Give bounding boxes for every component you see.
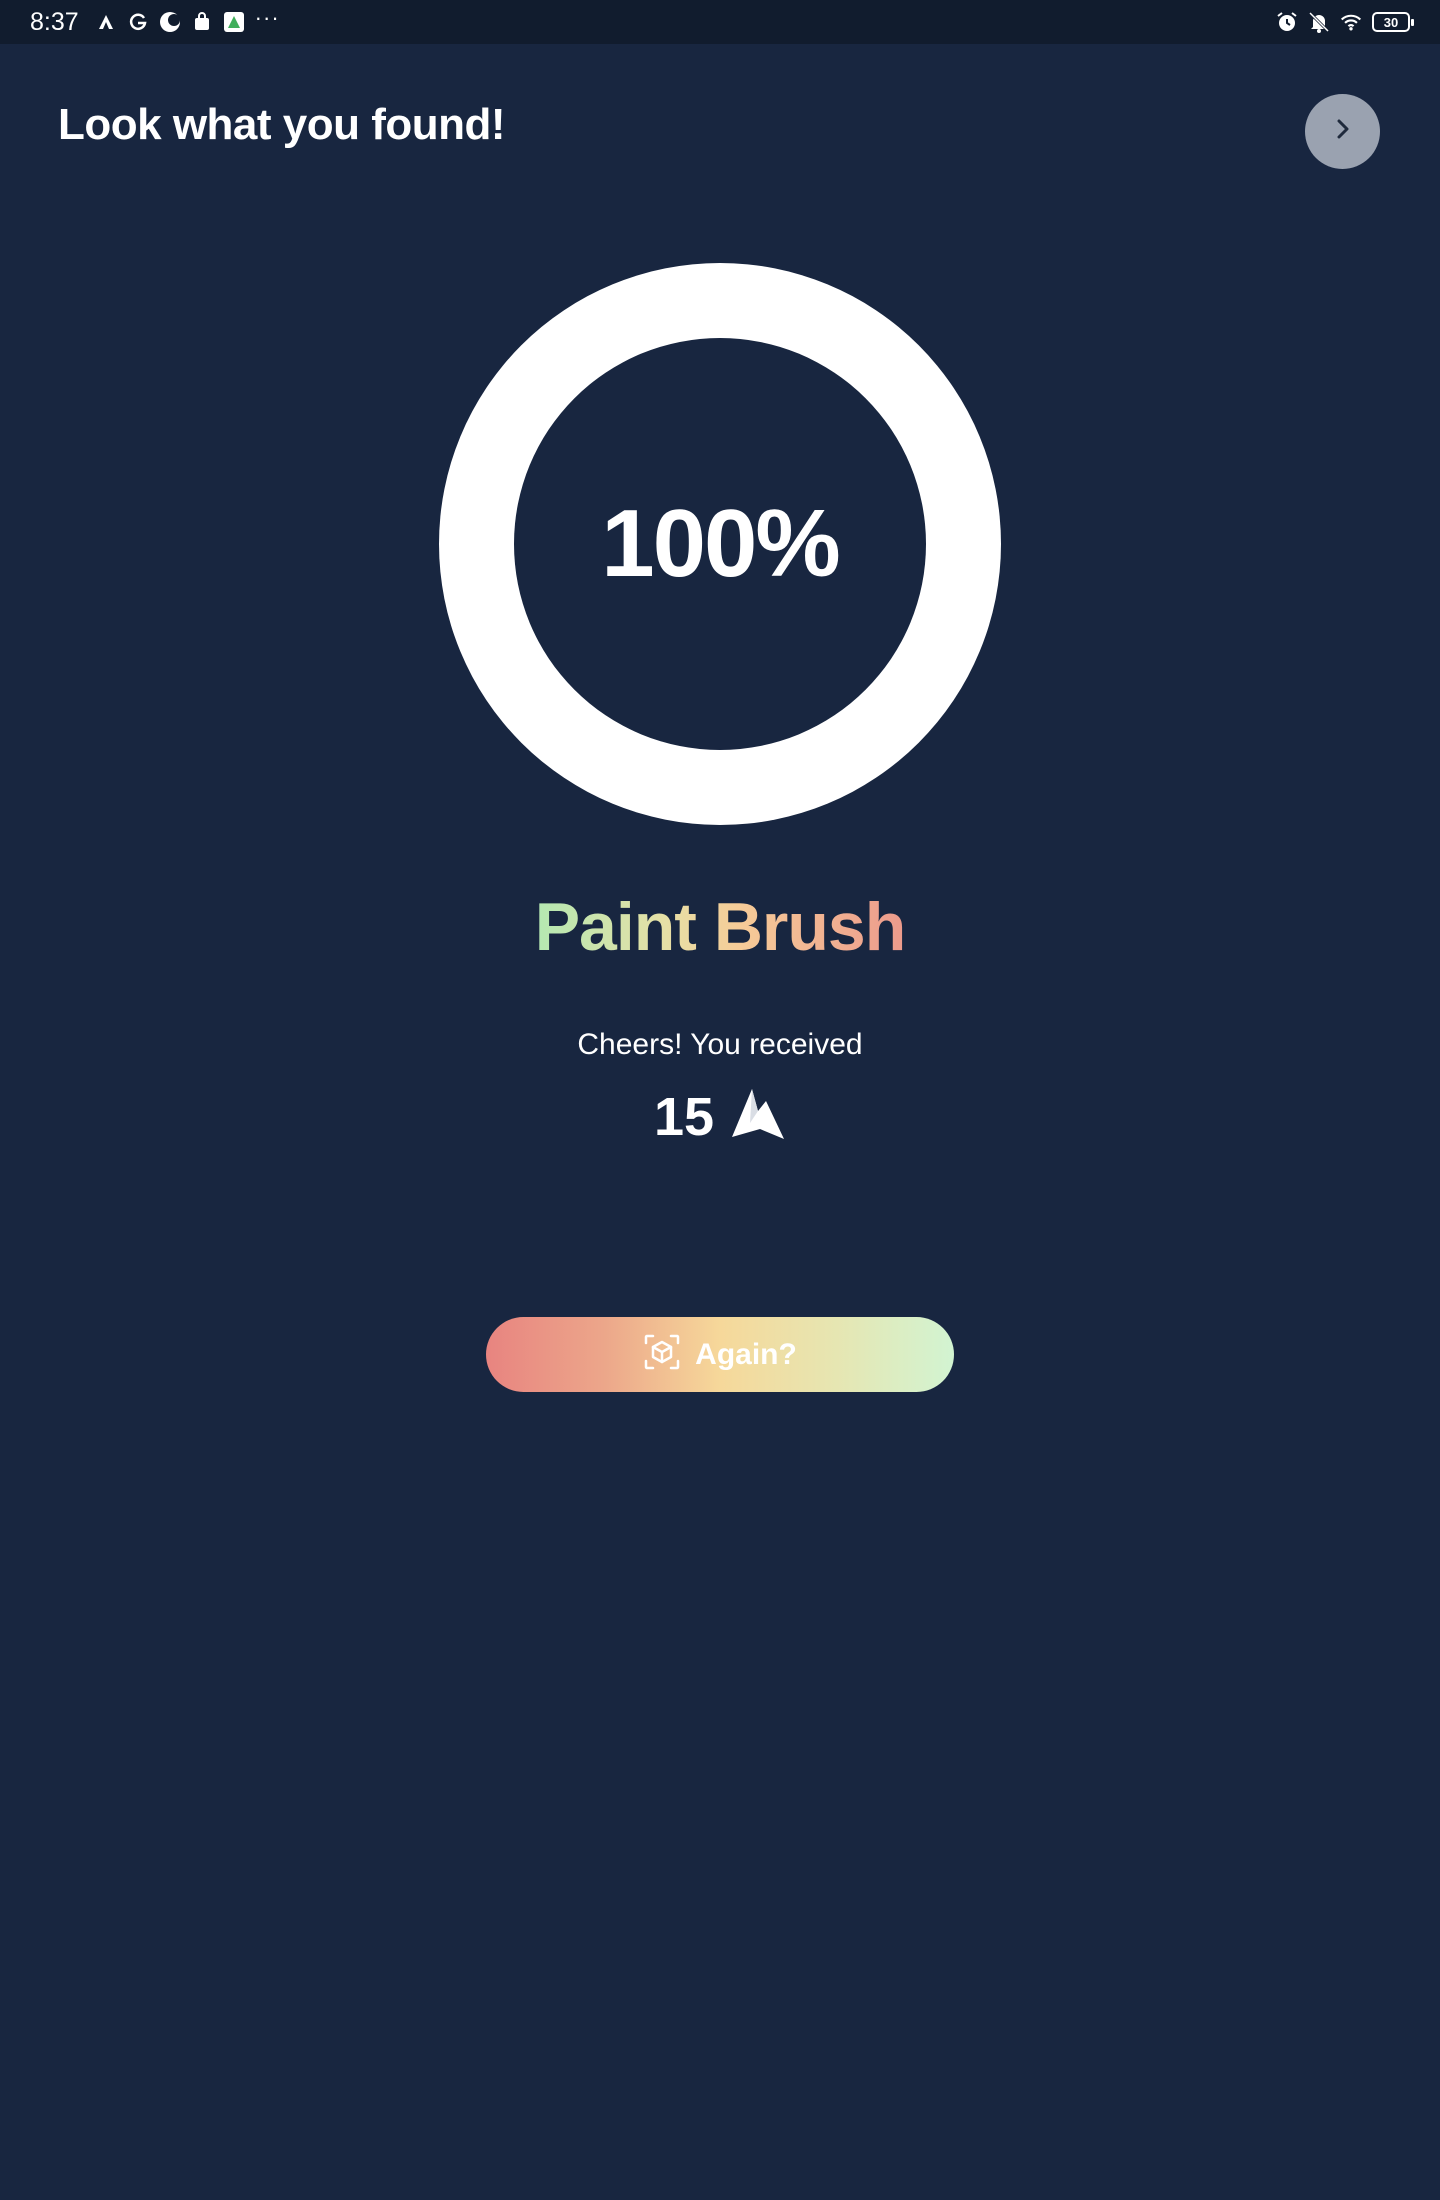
chevron-right-icon — [1332, 118, 1354, 145]
next-button[interactable] — [1305, 94, 1380, 169]
alarm-icon — [1276, 11, 1298, 33]
app-a-icon — [95, 11, 117, 33]
reward-message: Cheers! You received — [577, 1028, 863, 1061]
status-time: 8:37 — [30, 7, 79, 36]
google-icon — [127, 11, 149, 33]
moon-app-icon — [159, 11, 181, 33]
found-item-name-text: Paint Brush — [534, 889, 907, 965]
green-app-icon — [223, 11, 245, 33]
reward-row: 15 — [0, 1085, 1440, 1148]
mountain-token-icon — [730, 1085, 786, 1148]
again-button[interactable]: Again? — [486, 1317, 954, 1392]
more-notifications-icon: ··· — [254, 5, 280, 30]
progress-ring: 100% — [439, 263, 1001, 825]
shopping-bag-icon — [191, 11, 213, 33]
battery-icon: 30 — [1372, 12, 1414, 32]
ar-cube-scan-icon — [643, 1333, 681, 1376]
reward-amount: 15 — [653, 1086, 715, 1147]
again-button-label: Again? — [695, 1337, 797, 1371]
progress-value: 100% — [601, 490, 841, 597]
page-title: Look what you found! — [58, 100, 506, 149]
status-bar: 8:37 ··· 30 — [0, 0, 1440, 44]
found-item-name: Paint Brush — [0, 888, 1440, 966]
progress-ring-center: 100% — [514, 338, 926, 750]
mute-icon — [1308, 11, 1330, 33]
status-left: 8:37 ··· — [30, 5, 280, 37]
status-right: 30 — [1276, 11, 1414, 33]
wifi-icon — [1340, 11, 1362, 33]
